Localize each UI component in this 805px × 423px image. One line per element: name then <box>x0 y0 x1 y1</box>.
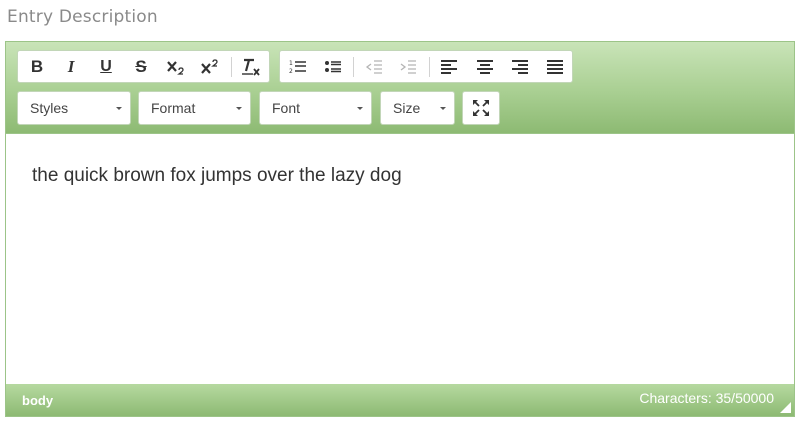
justify-button[interactable] <box>542 56 568 78</box>
bulleted-list-icon <box>325 61 341 73</box>
chevron-down-icon <box>440 107 446 110</box>
chevron-down-icon <box>116 107 122 110</box>
font-dropdown-label: Font <box>272 100 301 116</box>
increase-indent-icon <box>400 60 416 74</box>
maximize-icon <box>473 100 489 116</box>
svg-text:1: 1 <box>289 60 293 67</box>
remove-format-button[interactable] <box>238 56 264 78</box>
field-label: Entry Description <box>7 7 158 27</box>
svg-text:2: 2 <box>289 68 293 75</box>
editor-toolbar: B I U S 1 2 Styles Format Font Size <box>6 42 794 133</box>
character-count: Characters: 35/50000 <box>639 390 774 406</box>
paragraph-group: 1 2 <box>279 50 573 83</box>
editor-content-text[interactable]: the quick brown fox jumps over the lazy … <box>32 165 402 187</box>
resize-handle-icon[interactable] <box>780 402 791 413</box>
styles-dropdown[interactable]: Styles <box>17 91 131 125</box>
element-path-body[interactable]: body <box>22 393 53 408</box>
toolbar-separator <box>231 57 232 77</box>
bold-button[interactable]: B <box>24 56 50 78</box>
numbered-list-button[interactable]: 1 2 <box>285 56 311 78</box>
strikethrough-button[interactable]: S <box>128 56 154 78</box>
basic-styles-group: B I U S <box>17 50 270 83</box>
bulleted-list-button[interactable] <box>320 56 346 78</box>
align-right-icon <box>512 60 528 74</box>
decrease-indent-button[interactable] <box>361 56 387 78</box>
underline-icon: U <box>100 58 112 75</box>
styles-dropdown-label: Styles <box>30 100 69 116</box>
maximize-button[interactable] <box>462 91 500 125</box>
align-center-button[interactable] <box>472 56 498 78</box>
strikethrough-icon: S <box>135 57 147 76</box>
align-center-icon <box>477 60 493 74</box>
italic-button[interactable]: I <box>58 56 84 78</box>
align-left-icon <box>441 60 457 74</box>
superscript-button[interactable] <box>197 56 223 78</box>
align-right-button[interactable] <box>507 56 533 78</box>
subscript-icon <box>167 61 184 75</box>
underline-button[interactable]: U <box>93 56 119 78</box>
numbered-list-icon: 1 2 <box>289 60 306 75</box>
format-dropdown-label: Format <box>151 100 196 116</box>
chevron-down-icon <box>357 107 363 110</box>
subscript-button[interactable] <box>163 56 189 78</box>
justify-icon <box>547 60 563 74</box>
editor-status-bar: body Characters: 35/50000 <box>6 384 794 416</box>
decrease-indent-icon <box>365 60 382 74</box>
increase-indent-button[interactable] <box>395 56 421 78</box>
bold-icon: B <box>30 57 44 76</box>
remove-format-icon <box>242 58 260 76</box>
format-dropdown[interactable]: Format <box>138 91 251 125</box>
toolbar-separator <box>353 57 354 77</box>
italic-icon: I <box>67 57 75 76</box>
size-dropdown[interactable]: Size <box>380 91 455 125</box>
align-left-button[interactable] <box>436 56 462 78</box>
rich-text-editor: B I U S 1 2 Styles Format Font Size the … <box>5 41 795 417</box>
superscript-icon <box>201 59 218 74</box>
editor-content-area[interactable]: the quick brown fox jumps over the lazy … <box>6 133 794 385</box>
chevron-down-icon <box>236 107 242 110</box>
toolbar-separator <box>429 57 430 77</box>
size-dropdown-label: Size <box>393 100 421 116</box>
font-dropdown[interactable]: Font <box>259 91 372 125</box>
